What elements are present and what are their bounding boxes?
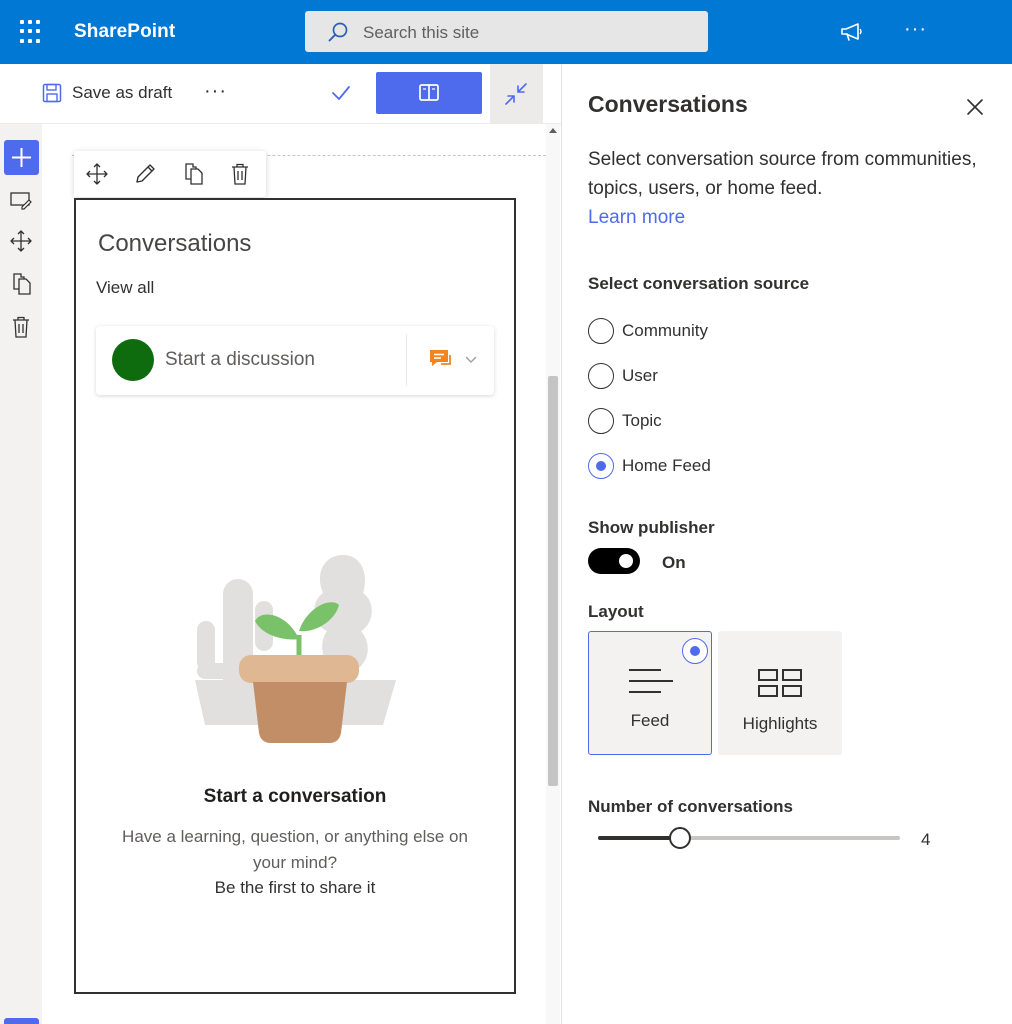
- move-webpart-icon[interactable]: [86, 163, 108, 185]
- section-toolbar: [0, 124, 42, 1024]
- radio-label: Topic: [622, 411, 662, 430]
- webpart-toolbar: [74, 151, 266, 197]
- radio-label: Home Feed: [622, 456, 711, 475]
- pane-description: Select conversation source from communit…: [588, 145, 998, 232]
- publisher-box[interactable]: Start a discussion: [96, 326, 494, 395]
- save-icon: [42, 83, 62, 103]
- publisher-label: Show publisher: [588, 518, 715, 537]
- property-pane: Conversations Select conversation source…: [562, 64, 1012, 1024]
- canvas-scrollbar[interactable]: [546, 124, 560, 1024]
- selected-indicator: [682, 638, 708, 664]
- publisher-separator: [406, 334, 407, 386]
- slider-fill: [598, 836, 680, 840]
- radio-topic[interactable]: Topic: [588, 408, 662, 434]
- radio-circle: [588, 453, 614, 479]
- scrollbar-thumb[interactable]: [548, 376, 558, 786]
- save-as-draft-button[interactable]: Save as draft: [42, 83, 172, 103]
- count-label: Number of conversations: [588, 797, 793, 816]
- section-toolbar-tab[interactable]: [4, 1018, 39, 1024]
- search-icon: [328, 22, 348, 42]
- close-icon[interactable]: [965, 97, 985, 117]
- radio-label: User: [622, 366, 658, 385]
- toggle-state-label: On: [662, 553, 686, 572]
- conversations-count-slider[interactable]: [598, 827, 900, 849]
- more-commands-icon[interactable]: ···: [204, 80, 227, 103]
- republish-button[interactable]: [376, 72, 482, 114]
- collapse-icon: [505, 83, 527, 105]
- add-section-button[interactable]: [4, 140, 39, 175]
- post-type-picker[interactable]: [428, 347, 478, 373]
- pane-description-text: Select conversation source from communit…: [588, 149, 977, 199]
- webpart-title: Conversations: [98, 230, 252, 257]
- radio-circle: [588, 363, 614, 389]
- suite-bar: SharePoint Search this site ···: [0, 0, 1012, 64]
- book-icon: [419, 84, 439, 101]
- radio-home-feed[interactable]: Home Feed: [588, 453, 711, 479]
- avatar: [112, 339, 154, 381]
- save-as-draft-label: Save as draft: [72, 83, 173, 102]
- layout-label: Layout: [588, 602, 644, 621]
- edit-webpart-icon[interactable]: [134, 163, 156, 185]
- start-discussion-input[interactable]: Start a discussion: [165, 349, 315, 371]
- search-placeholder: Search this site: [363, 23, 480, 42]
- command-bar: Save as draft ···: [0, 64, 562, 124]
- empty-state-title: Start a conversation: [203, 786, 387, 807]
- layout-feed-label: Feed: [630, 711, 670, 730]
- slider-value: 4: [921, 830, 931, 849]
- duplicate-section-icon[interactable]: [10, 273, 32, 295]
- layout-highlights-label: Highlights: [742, 714, 818, 733]
- waffle-icon[interactable]: [20, 20, 44, 44]
- show-publisher-toggle[interactable]: [588, 548, 640, 574]
- slider-thumb[interactable]: [669, 827, 691, 849]
- megaphone-icon[interactable]: [839, 20, 865, 44]
- radio-community[interactable]: Community: [588, 318, 708, 344]
- discussion-type-icon: [430, 350, 451, 366]
- empty-state-cta: Be the first to share it: [214, 878, 376, 897]
- layout-feed-option[interactable]: Feed: [588, 631, 712, 755]
- more-options-icon[interactable]: ···: [904, 18, 927, 41]
- app-name[interactable]: SharePoint: [74, 21, 175, 43]
- view-all-link[interactable]: View all: [96, 278, 154, 298]
- duplicate-webpart-icon[interactable]: [182, 163, 204, 185]
- delete-webpart-icon[interactable]: [229, 163, 251, 185]
- conversations-webpart[interactable]: Conversations View all Start a discussio…: [74, 198, 516, 994]
- edit-section-icon[interactable]: [10, 189, 32, 211]
- source-label: Select conversation source: [588, 274, 810, 293]
- radio-circle: [588, 408, 614, 434]
- collapse-button[interactable]: [490, 64, 543, 123]
- checkmark-icon[interactable]: [330, 83, 352, 103]
- radio-user[interactable]: User: [588, 363, 658, 389]
- plant-illustration-icon: [195, 555, 396, 743]
- learn-more-link[interactable]: Learn more: [588, 207, 685, 228]
- move-section-icon[interactable]: [10, 230, 32, 252]
- feed-layout-icon: [629, 669, 673, 693]
- search-box[interactable]: Search this site: [305, 11, 708, 52]
- scroll-up-arrow[interactable]: [549, 128, 557, 133]
- empty-state-description: Have a learning, question, or anything e…: [122, 827, 468, 872]
- highlights-layout-icon: [758, 669, 802, 697]
- add-icon: [12, 148, 31, 167]
- pane-title: Conversations: [588, 91, 748, 117]
- delete-section-icon[interactable]: [10, 316, 32, 338]
- radio-label: Community: [622, 321, 708, 340]
- chevron-down-icon: [465, 356, 477, 363]
- radio-circle: [588, 318, 614, 344]
- layout-highlights-option[interactable]: Highlights: [718, 631, 842, 755]
